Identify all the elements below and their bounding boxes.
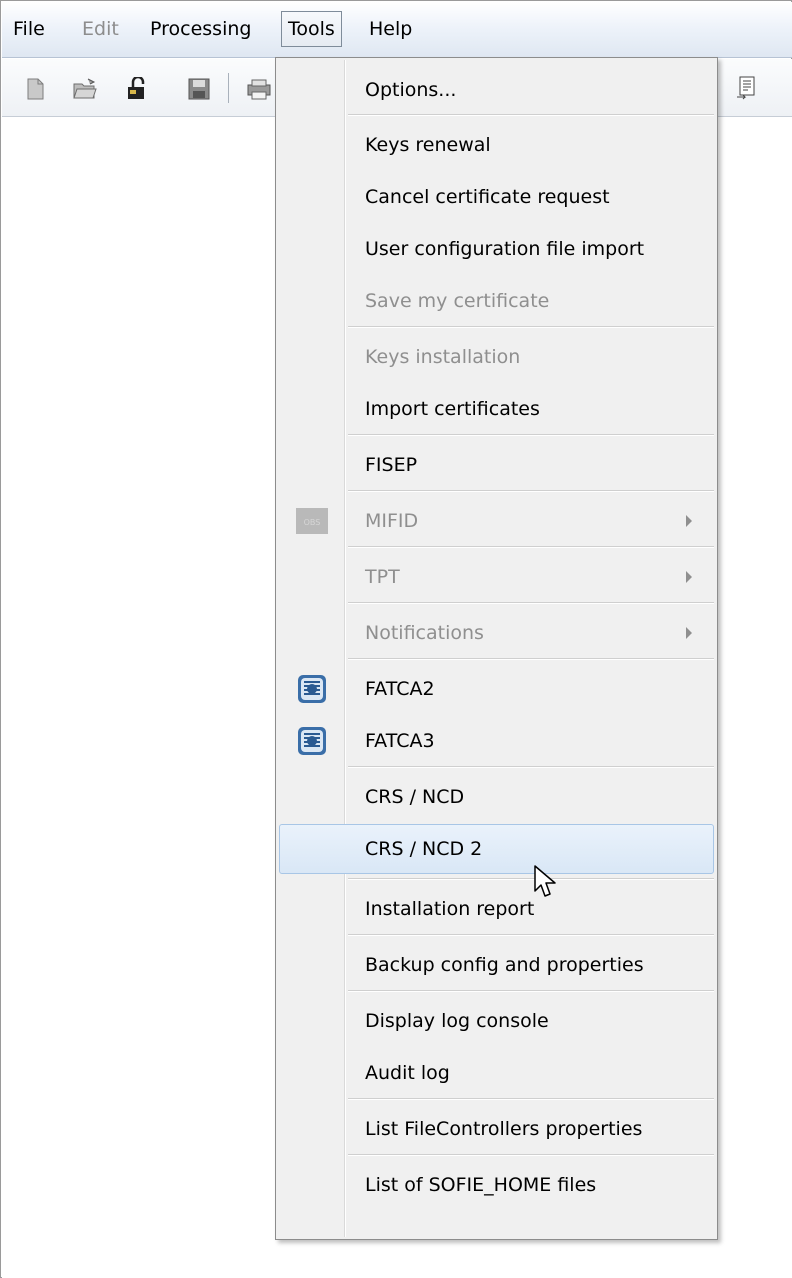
- menu-item-list-filecontrollers-properties[interactable]: List FileControllers properties: [279, 1104, 714, 1154]
- menu-item-installation-report[interactable]: Installation report: [279, 884, 714, 934]
- menu-item-label: FATCA3: [365, 730, 435, 752]
- menu-item-user-configuration-file-import[interactable]: User configuration file import: [279, 224, 714, 274]
- menu-separator: [348, 490, 714, 492]
- menu-item-label: FISEP: [365, 454, 418, 476]
- menu-edit[interactable]: Edit: [76, 11, 125, 47]
- menu-item-label: Keys renewal: [365, 134, 491, 156]
- mouse-pointer-icon: [533, 865, 559, 899]
- menu-item-list-of-sofie-home-files[interactable]: List of SOFIE_HOME files: [279, 1160, 714, 1210]
- menu-item-keys-installation[interactable]: Keys installation: [279, 332, 714, 382]
- menu-item-label: List of SOFIE_HOME files: [365, 1174, 597, 1196]
- menu-item-label: List FileControllers properties: [365, 1118, 643, 1140]
- irs-seal-icon: [295, 674, 329, 704]
- menu-item-label: MIFID: [365, 510, 419, 532]
- menu-item-label: User configuration file import: [365, 238, 645, 260]
- menu-item-options[interactable]: Options...: [279, 65, 714, 115]
- menu-item-save-my-certificate[interactable]: Save my certificate: [279, 276, 714, 326]
- menu-item-label: Display log console: [365, 1010, 549, 1032]
- mifid-icon: OBS: [295, 506, 329, 536]
- menu-item-label: Cancel certificate request: [365, 186, 610, 208]
- menu-separator: [348, 326, 714, 328]
- menu-item-label: Save my certificate: [365, 290, 550, 312]
- menu-file[interactable]: File: [7, 11, 51, 47]
- menu-separator: [348, 1154, 714, 1156]
- menu-item-fisep[interactable]: FISEP: [279, 440, 714, 490]
- irs-seal-icon: [295, 726, 329, 756]
- menu-item-fatca3[interactable]: FATCA3: [279, 716, 714, 766]
- svg-text:OBS: OBS: [304, 518, 321, 527]
- menu-item-display-log-console[interactable]: Display log console: [279, 996, 714, 1046]
- application-window: File Edit Processing Tools Help Options.…: [0, 0, 792, 1278]
- menu-item-backup-config-and-properties[interactable]: Backup config and properties: [279, 940, 714, 990]
- menu-processing[interactable]: Processing: [144, 11, 257, 47]
- menu-item-label: Keys installation: [365, 346, 521, 368]
- menu-item-label: Audit log: [365, 1062, 450, 1084]
- menu-separator: [348, 546, 714, 548]
- menu-help[interactable]: Help: [363, 11, 418, 47]
- menu-item-keys-renewal[interactable]: Keys renewal: [279, 120, 714, 170]
- menu-item-crs-ncd[interactable]: CRS / NCD: [279, 772, 714, 822]
- menu-separator: [348, 934, 714, 936]
- menu-item-label: FATCA2: [365, 678, 435, 700]
- menu-item-notifications[interactable]: Notifications: [279, 608, 714, 658]
- menu-item-label: Installation report: [365, 898, 535, 920]
- menu-item-label: Backup config and properties: [365, 954, 644, 976]
- open-folder-icon[interactable]: [72, 77, 98, 101]
- submenu-arrow-icon: [686, 627, 692, 639]
- tools-dropdown-menu: Options... Keys renewal Cancel certifica…: [275, 57, 718, 1240]
- document-icon[interactable]: [735, 75, 759, 101]
- unlock-icon[interactable]: [124, 77, 150, 101]
- save-icon[interactable]: [186, 77, 212, 101]
- menu-separator: [348, 114, 714, 116]
- menu-separator: [348, 878, 714, 880]
- menu-item-label: Notifications: [365, 622, 484, 644]
- menu-bar: File Edit Processing Tools Help: [2, 2, 792, 58]
- submenu-arrow-icon: [686, 571, 692, 583]
- menu-separator: [348, 434, 714, 436]
- submenu-arrow-icon: [686, 515, 692, 527]
- menu-item-label: CRS / NCD: [365, 786, 465, 808]
- menu-separator: [348, 766, 714, 768]
- menu-item-import-certificates[interactable]: Import certificates: [279, 384, 714, 434]
- menu-separator: [348, 602, 714, 604]
- menu-item-label: TPT: [365, 566, 400, 588]
- menu-separator: [348, 658, 714, 660]
- menu-item-tpt[interactable]: TPT: [279, 552, 714, 602]
- menu-tools[interactable]: Tools: [281, 11, 342, 47]
- menu-item-label: Options...: [365, 79, 457, 101]
- menu-item-audit-log[interactable]: Audit log: [279, 1048, 714, 1098]
- menu-item-mifid[interactable]: OBS MIFID: [279, 496, 714, 546]
- menu-item-fatca2[interactable]: FATCA2: [279, 664, 714, 714]
- menu-item-cancel-certificate-request[interactable]: Cancel certificate request: [279, 172, 714, 222]
- toolbar-separator: [228, 73, 229, 103]
- menu-separator: [348, 1098, 714, 1100]
- menu-item-label: Import certificates: [365, 398, 540, 420]
- print-icon[interactable]: [246, 77, 272, 101]
- menu-item-label: CRS / NCD 2: [365, 838, 483, 860]
- new-file-icon[interactable]: [22, 77, 48, 101]
- menu-item-crs-ncd-2[interactable]: CRS / NCD 2: [279, 824, 714, 874]
- menu-separator: [348, 990, 714, 992]
